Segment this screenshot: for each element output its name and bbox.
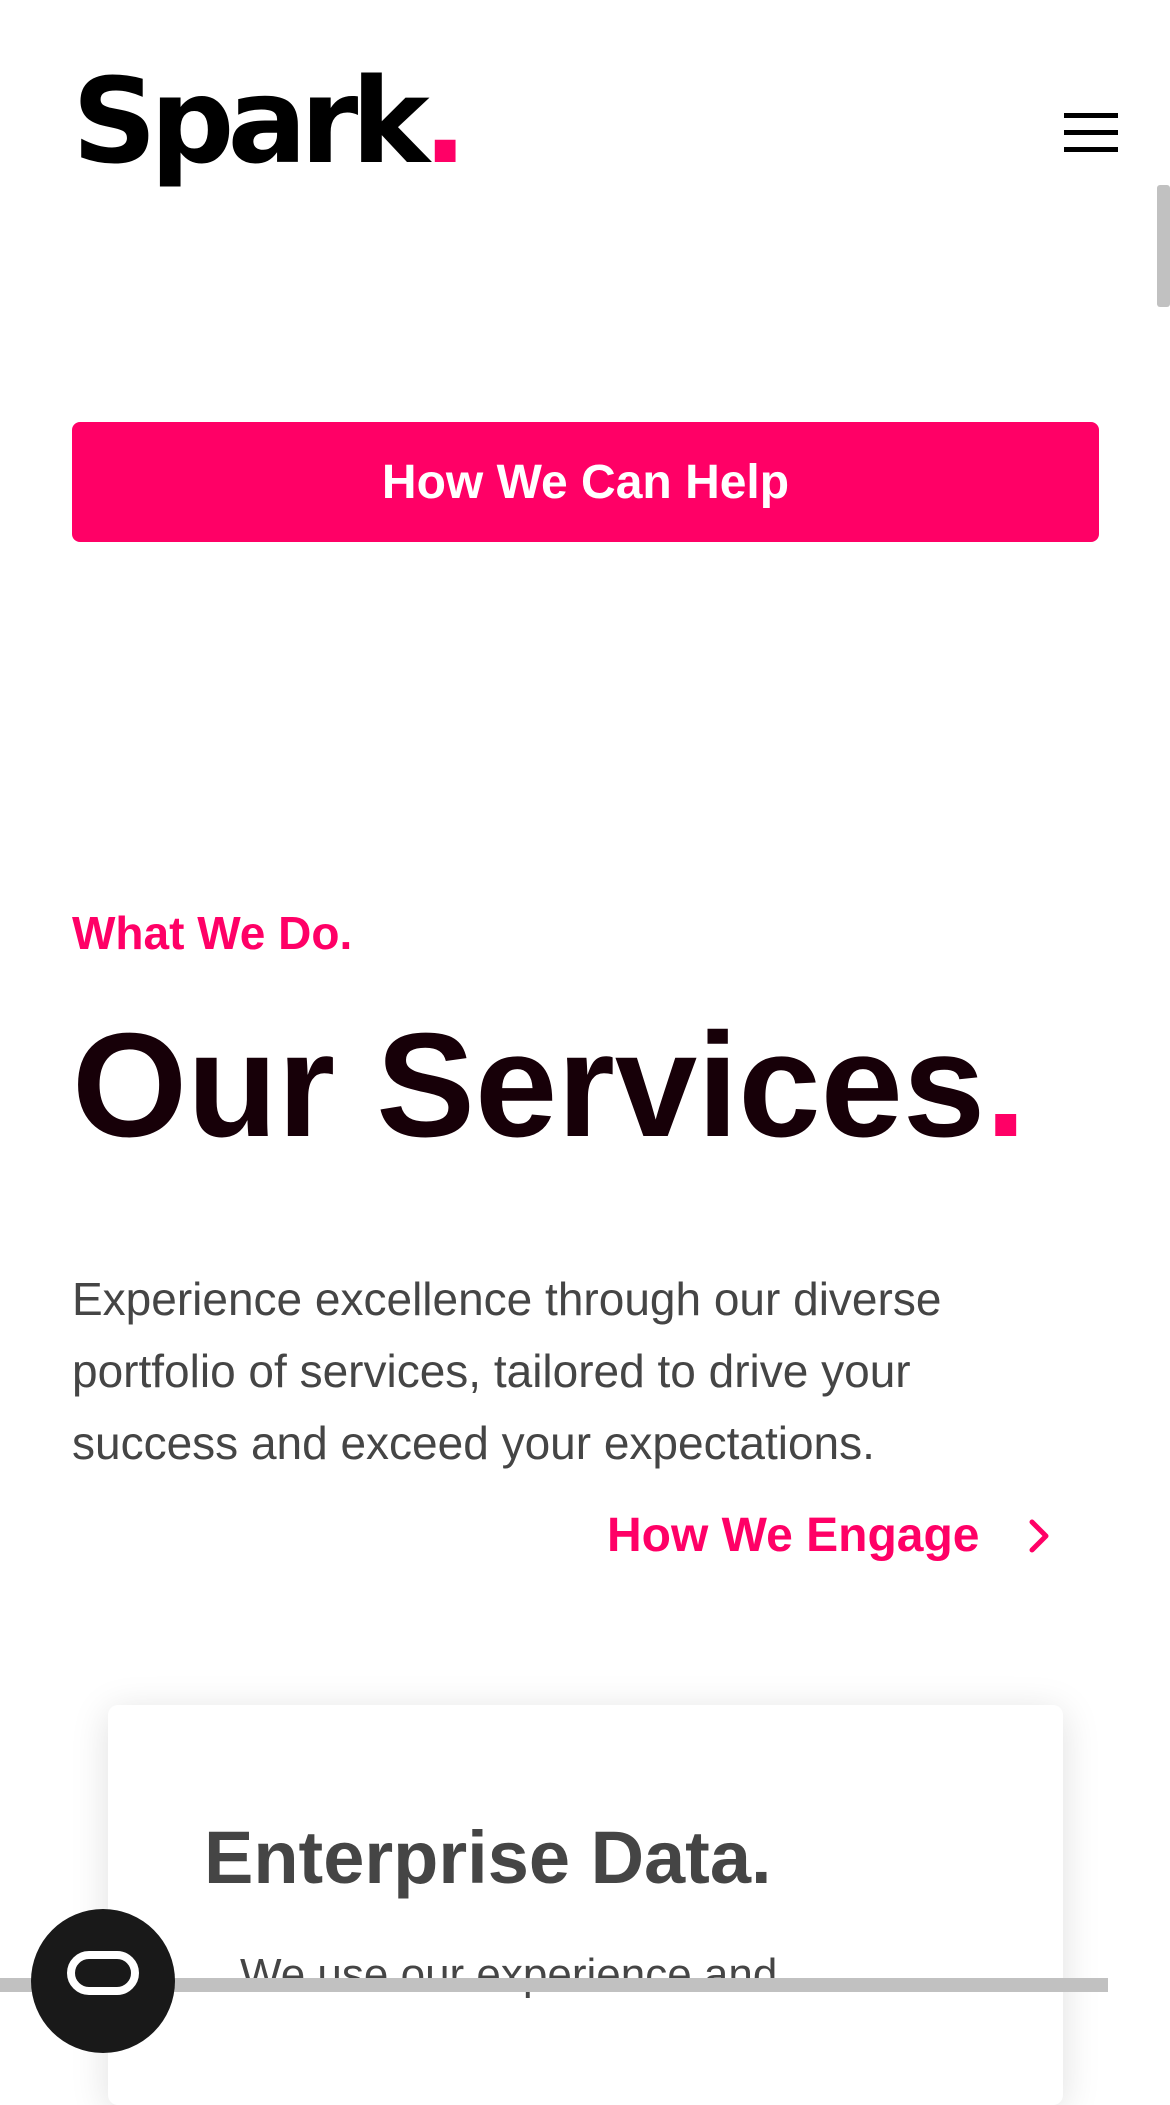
spark-logo[interactable]: Spark.	[72, 62, 468, 180]
vertical-scrollbar-thumb[interactable]	[1157, 185, 1170, 307]
how-we-can-help-button[interactable]: How We Can Help	[72, 422, 1099, 542]
section-eyebrow: What We Do.	[72, 907, 353, 959]
section-title-dot: .	[985, 1003, 1027, 1168]
menu-bar-middle	[1064, 130, 1118, 135]
menu-bar-top	[1064, 113, 1118, 118]
hamburger-menu-icon[interactable]	[1062, 111, 1120, 153]
section-description: Experience excellence through our divers…	[72, 1273, 942, 1469]
section-title: Our Services.	[72, 1003, 1027, 1168]
chevron-right-icon	[1029, 1519, 1048, 1552]
card-title: Enterprise Data.	[204, 1816, 772, 1899]
section-title-text: Our Services	[72, 1003, 986, 1168]
how-we-engage-link[interactable]: How We Engage	[607, 1508, 1054, 1563]
service-card-enterprise-data[interactable]: Enterprise Data. We use our experience a…	[108, 1705, 1063, 2105]
menu-bar-bottom	[1064, 147, 1118, 152]
how-we-engage-label: How We Engage	[607, 1509, 980, 1562]
chat-widget-button[interactable]	[31, 1909, 175, 2053]
logo-dot: .	[422, 52, 468, 190]
logo-text: Spark	[72, 52, 430, 190]
